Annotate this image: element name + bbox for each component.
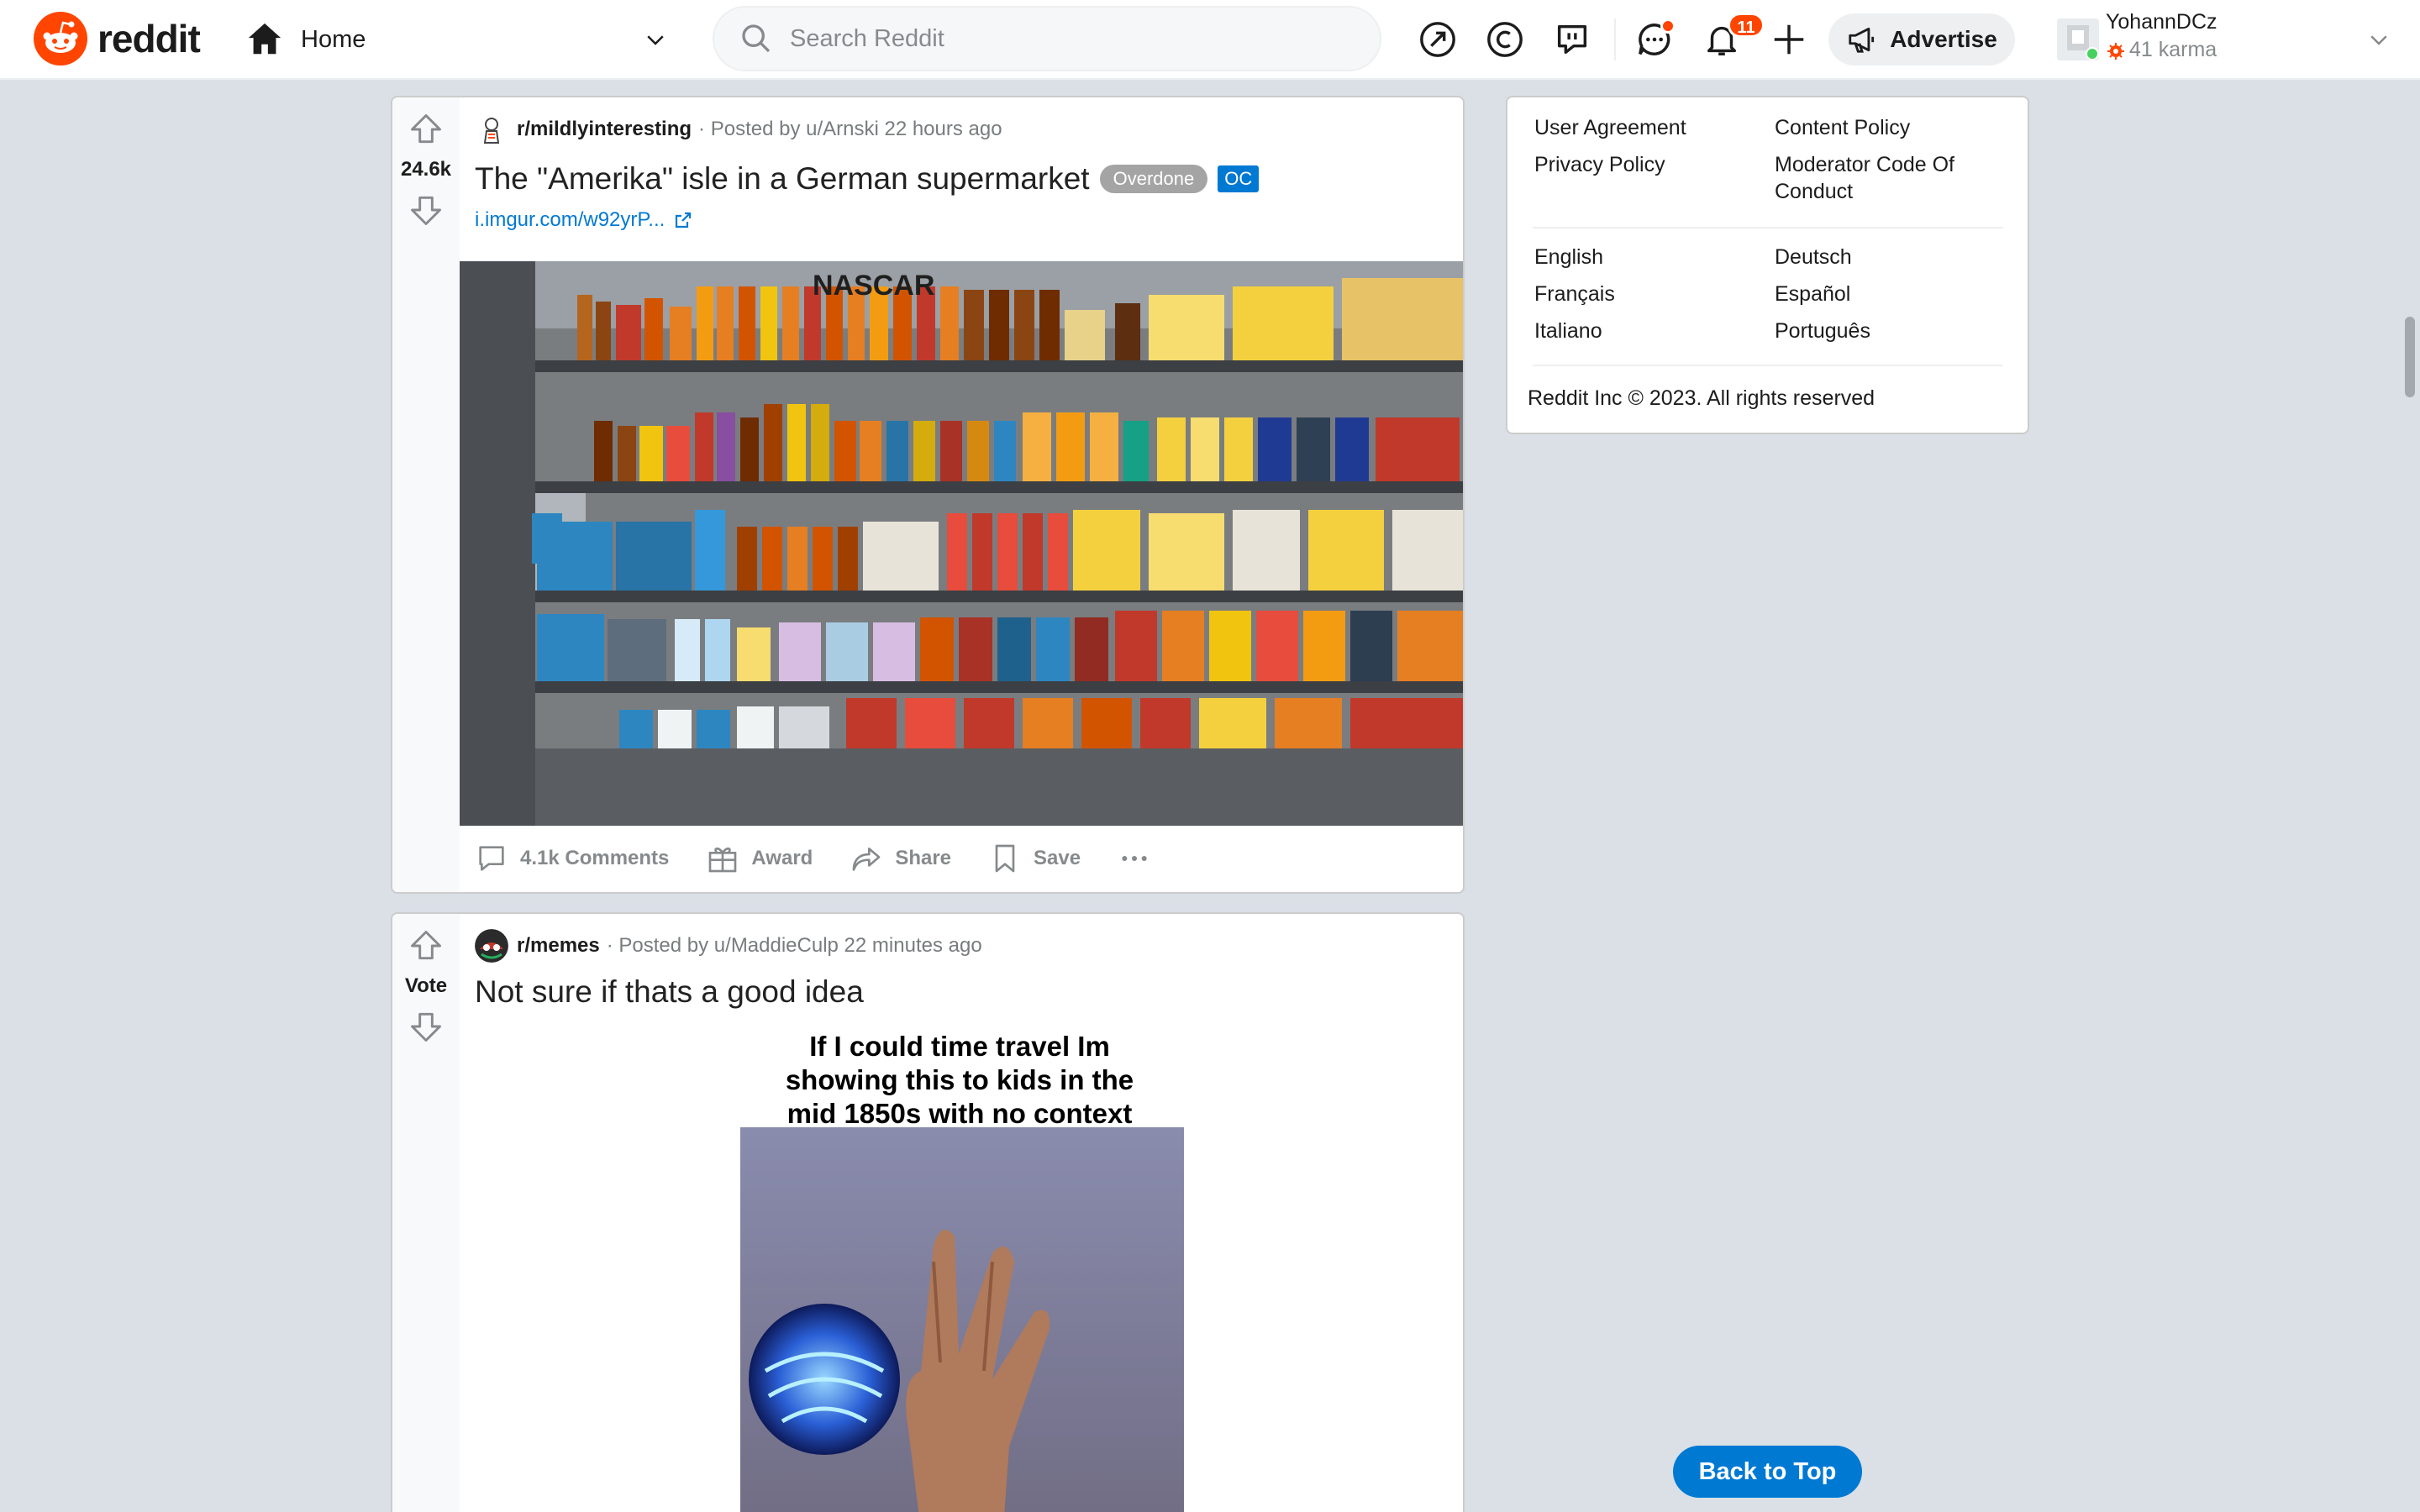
home-label: Home	[301, 25, 366, 53]
divider	[1533, 365, 2003, 366]
downvote-icon[interactable]	[408, 1008, 445, 1045]
footer-links-card: User Agreement Privacy Policy Content Po…	[1506, 96, 2029, 434]
meme-photo	[740, 1127, 1184, 1512]
award-icon	[709, 848, 737, 873]
moderator-code-link-cont[interactable]: Conduct	[1775, 178, 1853, 205]
popular-icon[interactable]	[1418, 20, 1457, 59]
scrollbar-thumb[interactable]	[2405, 317, 2415, 397]
home-icon	[248, 23, 281, 55]
copyright-text: Reddit Inc © 2023. All rights reserved	[1528, 386, 1876, 410]
header-divider	[1614, 18, 1616, 60]
vote-count: Vote	[404, 974, 448, 997]
divider	[1533, 227, 2003, 228]
post-card[interactable]: Vote r/memes · Posted by u/MaddieCulp 22…	[391, 912, 1465, 1512]
language-portuguese[interactable]: Português	[1775, 318, 1870, 344]
upvote-icon[interactable]	[408, 927, 445, 964]
subreddit-link[interactable]: r/memes	[517, 934, 600, 958]
logo-wordmark: reddit	[97, 17, 201, 60]
talk-icon[interactable]	[1553, 20, 1591, 59]
share-icon	[852, 848, 881, 871]
oc-badge: OC	[1218, 165, 1260, 192]
reddit-logo[interactable]: reddit	[34, 12, 201, 66]
search-bar[interactable]	[713, 6, 1381, 71]
language-french[interactable]: Français	[1534, 281, 1615, 307]
subreddit-icon[interactable]	[475, 929, 508, 963]
content-policy-link[interactable]: Content Policy	[1775, 114, 1910, 141]
meme-image[interactable]: If I could time travel Im showing this t…	[720, 1023, 1199, 1512]
post-image[interactable]: NASCAR	[460, 261, 1465, 826]
post-meta: r/mildlyinteresting · Posted by u/Arnski…	[475, 111, 1002, 148]
post-meta: r/memes · Posted by u/MaddieCulp 22 minu…	[475, 927, 982, 964]
external-link[interactable]: i.imgur.com/w92yrP...	[475, 208, 693, 232]
advertise-label: Advertise	[1890, 26, 1997, 52]
chevron-down-icon	[2370, 35, 2387, 45]
vote-count: 24.6k	[400, 158, 452, 181]
share-label: Share	[895, 847, 952, 869]
more-options-button[interactable]	[1118, 842, 1151, 875]
downvote-icon[interactable]	[408, 192, 445, 228]
language-italian[interactable]: Italiano	[1534, 318, 1602, 344]
advertise-button[interactable]: Advertise	[1828, 13, 2015, 66]
coins-icon[interactable]	[1486, 20, 1524, 59]
language-german[interactable]: Deutsch	[1775, 244, 1852, 270]
megaphone-icon	[1849, 27, 1875, 53]
external-link-icon	[676, 212, 692, 228]
comment-icon	[479, 846, 504, 871]
post-actions: 4.1k Comments Award Share Save	[475, 842, 1151, 875]
karma-count: 41 karma	[2129, 38, 2217, 61]
privacy-policy-link[interactable]: Privacy Policy	[1534, 151, 1665, 178]
username: YohannDCz	[2106, 10, 2217, 34]
search-icon	[742, 24, 771, 53]
post-byline: · Posted by u/MaddieCulp 22 minutes ago	[606, 934, 982, 957]
moderator-code-link[interactable]: Moderator Code Of	[1775, 151, 1954, 178]
language-english[interactable]: English	[1534, 244, 1603, 270]
top-navbar: reddit Home 11 Advertise YohannDCz 41 ka…	[0, 0, 2420, 80]
search-input[interactable]	[790, 24, 1336, 53]
chat-unread-dot	[1660, 18, 1676, 34]
vote-column: Vote	[392, 914, 460, 1512]
link-text[interactable]: i.imgur.com/w92yrP...	[475, 208, 665, 232]
online-indicator	[2086, 47, 2099, 60]
more-icon	[1122, 856, 1147, 861]
user-menu[interactable]: YohannDCz 41 karma	[2055, 10, 2391, 69]
karma-icon	[2107, 43, 2124, 60]
chevron-down-icon	[647, 35, 664, 45]
save-label: Save	[1034, 847, 1081, 869]
plus-icon[interactable]	[1770, 20, 1808, 59]
snoo-icon	[34, 12, 87, 66]
flair-badge[interactable]: Overdone	[1099, 165, 1208, 193]
bookmark-icon	[995, 844, 1015, 873]
back-to-top-button[interactable]: Back to Top	[1673, 1446, 1862, 1498]
award-label: Award	[751, 847, 813, 869]
vote-column: 24.6k	[392, 97, 460, 892]
notification-badge: 11	[1728, 13, 1765, 38]
post-byline: · Posted by u/Arnski 22 hours ago	[698, 118, 1002, 140]
subreddit-link[interactable]: r/mildlyinteresting	[517, 118, 692, 141]
post-title-row[interactable]: Not sure if thats a good idea	[475, 974, 864, 1010]
language-spanish[interactable]: Español	[1775, 281, 1850, 307]
subreddit-icon[interactable]	[475, 113, 508, 146]
user-agreement-link[interactable]: User Agreement	[1534, 114, 1686, 141]
home-dropdown[interactable]: Home	[244, 13, 668, 66]
share-button[interactable]: Share	[850, 842, 951, 875]
post-card[interactable]: 24.6k r/mildlyinteresting · Posted by u/…	[391, 96, 1465, 894]
post-title-row[interactable]: The "Amerika" isle in a German supermark…	[475, 161, 1260, 197]
upvote-icon[interactable]	[408, 111, 445, 148]
save-button[interactable]: Save	[988, 842, 1081, 875]
award-button[interactable]: Award	[706, 842, 813, 875]
comments-label: 4.1k Comments	[520, 847, 670, 869]
meme-caption: If I could time travel Im showing this t…	[785, 1031, 1134, 1129]
post-title[interactable]: Not sure if thats a good idea	[475, 974, 864, 1010]
svg-text:NASCAR: NASCAR	[813, 270, 934, 302]
comments-button[interactable]: 4.1k Comments	[475, 842, 669, 875]
post-title[interactable]: The "Amerika" isle in a German supermark…	[475, 161, 1090, 197]
